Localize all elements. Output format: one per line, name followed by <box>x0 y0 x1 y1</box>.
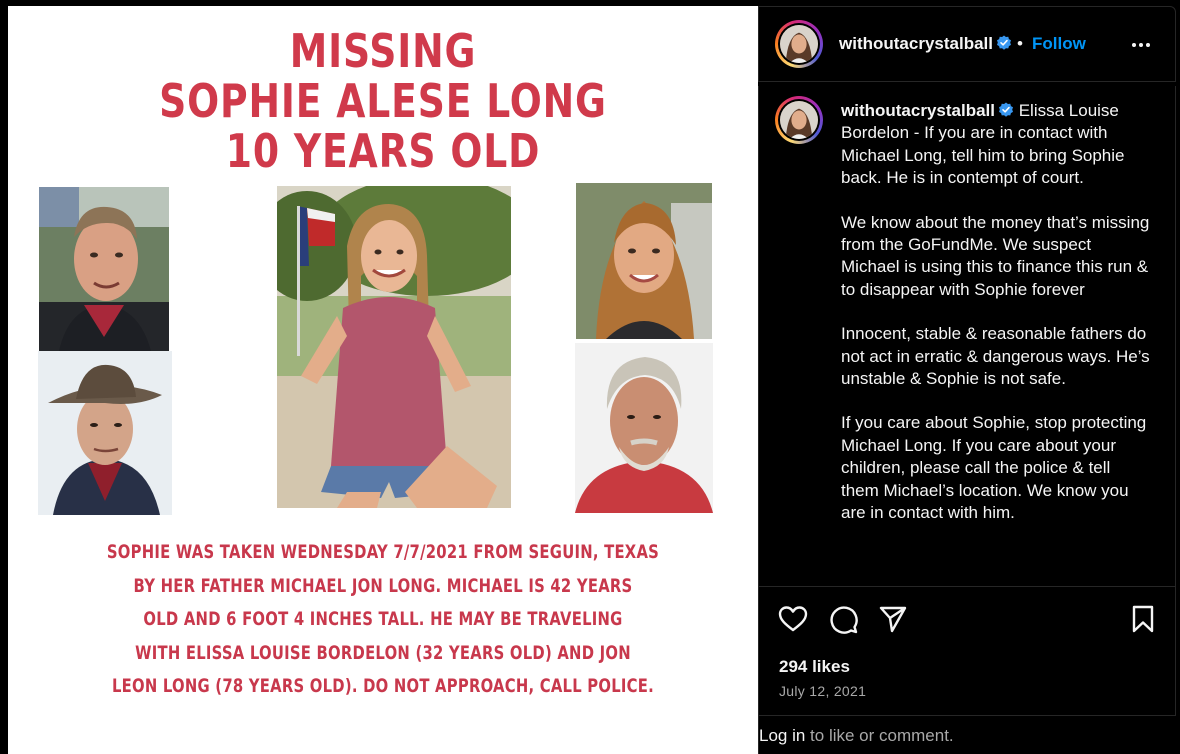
caption-username[interactable]: withoutacrystalball <box>841 101 995 120</box>
login-link[interactable]: Log in <box>759 726 805 745</box>
header-username[interactable]: withoutacrystalball <box>839 34 993 53</box>
share-send-icon[interactable] <box>877 603 909 635</box>
verified-badge-icon <box>998 102 1013 117</box>
poster-line: OLD AND 6 FOOT 4 INCHES TALL. HE MAY BE … <box>143 608 623 630</box>
post-actions: 294 likes July 12, 2021 <box>758 586 1176 716</box>
caption-avatar[interactable] <box>775 96 823 144</box>
photo-michael-long <box>39 187 169 351</box>
post-media: MISSING SOPHIE ALESE LONG 10 YEARS OLD S… <box>0 0 758 754</box>
poster-line: LEON LONG (78 YEARS OLD). DO NOT APPROAC… <box>111 675 654 697</box>
header-avatar[interactable] <box>775 20 823 68</box>
verified-badge-icon <box>996 35 1011 50</box>
caption-paragraph-2: We know about the money that’s missing f… <box>841 212 1150 299</box>
login-prompt-text: to like or comment. <box>805 726 954 745</box>
caption-paragraph-4: If you care about Sophie, stop protectin… <box>841 413 1147 523</box>
poster-heading-age: 10 YEARS OLD <box>225 124 541 178</box>
follow-button[interactable]: Follow <box>1032 34 1086 54</box>
caption-area: withoutacrystalball Elissa Louise Bordel… <box>758 86 1176 586</box>
caption-paragraph: withoutacrystalball Elissa Louise Bordel… <box>841 100 1151 190</box>
caption-paragraph-3: Innocent, stable & reasonable fathers do… <box>841 324 1150 389</box>
poster-line: SOPHIE WAS TAKEN WEDNESDAY 7/7/2021 FROM… <box>106 541 660 563</box>
like-heart-icon[interactable] <box>777 603 809 635</box>
poster-description: SOPHIE WAS TAKEN WEDNESDAY 7/7/2021 FROM… <box>8 536 758 704</box>
poster-heading-missing: MISSING <box>289 24 477 78</box>
poster-line: BY HER FATHER MICHAEL JON LONG. MICHAEL … <box>133 574 633 597</box>
poster-heading-name: SOPHIE ALESE LONG <box>159 74 607 128</box>
header-username-link[interactable]: withoutacrystalball <box>839 34 1012 54</box>
likes-count[interactable]: 294 likes <box>779 657 850 677</box>
photo-sophie-long <box>277 186 511 508</box>
post-sidebar: withoutacrystalball • Follow withoutacry… <box>758 6 1176 754</box>
save-bookmark-icon[interactable] <box>1127 603 1159 635</box>
more-options-icon[interactable] <box>1129 33 1153 57</box>
post-header: withoutacrystalball • Follow <box>758 6 1176 82</box>
missing-poster-image: MISSING SOPHIE ALESE LONG 10 YEARS OLD S… <box>8 6 758 754</box>
photo-michael-long-hat <box>38 351 172 515</box>
post-date[interactable]: July 12, 2021 <box>779 683 866 699</box>
photo-jon-leon-long <box>575 343 713 513</box>
poster-line: WITH ELISSA LOUISE BORDELON (32 YEARS OL… <box>135 641 631 664</box>
comment-bubble-icon[interactable] <box>827 603 859 635</box>
photo-elissa-bordelon <box>576 183 712 339</box>
caption-text: withoutacrystalball Elissa Louise Bordel… <box>841 100 1151 525</box>
login-prompt: Log in to like or comment. <box>758 716 1176 754</box>
header-separator: • <box>1017 34 1023 53</box>
